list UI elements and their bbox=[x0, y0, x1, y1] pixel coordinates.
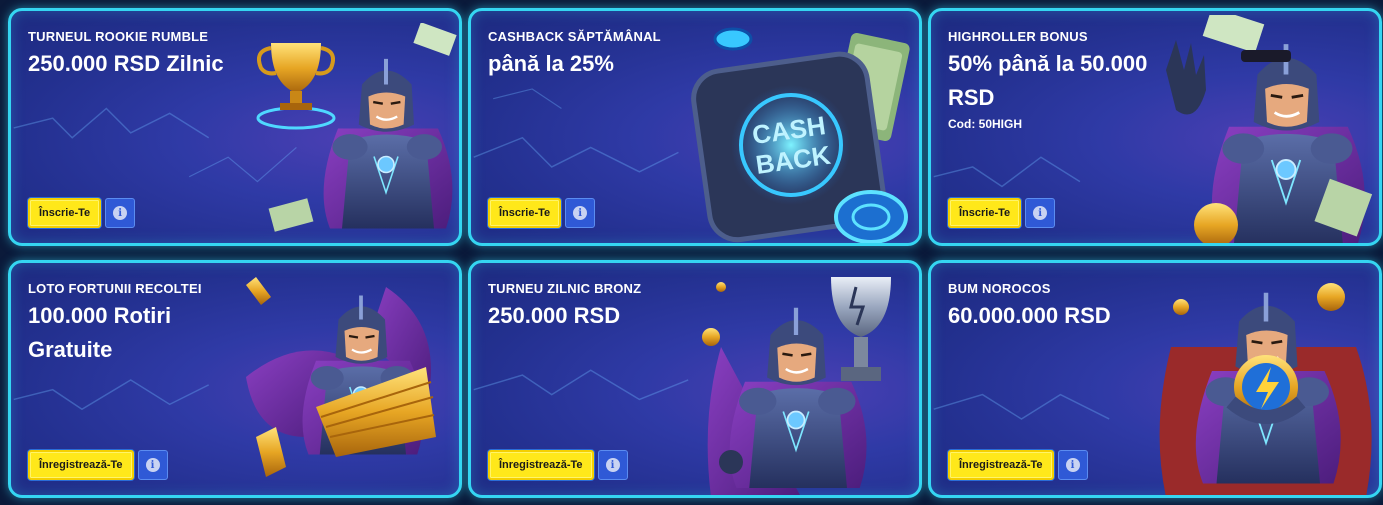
register-button[interactable]: Înregistrează-Te bbox=[28, 450, 134, 480]
register-button[interactable]: Înscrie-Te bbox=[28, 198, 102, 228]
info-button[interactable]: i bbox=[597, 450, 628, 480]
info-icon: i bbox=[605, 458, 620, 472]
info-button[interactable]: i bbox=[1057, 450, 1088, 480]
hero-silver-trophy-icon bbox=[702, 277, 891, 495]
register-button[interactable]: Înregistrează-Te bbox=[948, 450, 1054, 480]
promo-card-daily-bronze[interactable]: TURNEU ZILNIC BRONZ 250.000 RSD Înregist… bbox=[468, 260, 922, 498]
hero-trophy-icon bbox=[256, 23, 457, 232]
register-button[interactable]: Înscrie-Te bbox=[488, 198, 562, 228]
cashback-device-icon: CASH BACK bbox=[691, 27, 910, 243]
promo-headline: până la 25% bbox=[488, 51, 614, 76]
info-button[interactable]: i bbox=[137, 450, 168, 480]
promo-eyebrow: CASHBACK SĂPTĂMÂNAL bbox=[488, 29, 661, 44]
promo-eyebrow: TURNEUL ROOKIE RUMBLE bbox=[28, 29, 209, 44]
promo-code: Cod: 50HIGH bbox=[948, 117, 1023, 131]
hero-lightning-orb-icon bbox=[1159, 283, 1372, 495]
info-icon: i bbox=[1065, 458, 1080, 472]
promo-eyebrow: LOTO FORTUNII RECOLTEI bbox=[28, 281, 202, 296]
promo-eyebrow: TURNEU ZILNIC BRONZ bbox=[488, 281, 642, 296]
info-button[interactable]: i bbox=[1025, 198, 1056, 228]
info-icon: i bbox=[113, 206, 128, 220]
promo-card-highroller[interactable]: HIGHROLLER BONUS 50% până la 50.000 RSD … bbox=[928, 8, 1382, 246]
register-button[interactable]: Înregistrează-Te bbox=[488, 450, 594, 480]
promo-headline: 250.000 RSD Zilnic bbox=[28, 51, 224, 76]
promo-card-rookie-rumble[interactable]: TURNEUL ROOKIE RUMBLE 250.000 RSD Zilnic… bbox=[8, 8, 462, 246]
info-button[interactable]: i bbox=[105, 198, 136, 228]
promo-headline: 100.000 Rotiri Gratuite bbox=[28, 303, 172, 362]
promo-eyebrow: HIGHROLLER BONUS bbox=[948, 29, 1088, 44]
promo-card-lucky-boom[interactable]: BUM NOROCOS 60.000.000 RSD Înregistrează… bbox=[928, 260, 1382, 498]
hero-waving-icon bbox=[1166, 15, 1373, 243]
promo-card-harvest-lotto[interactable]: LOTO FORTUNII RECOLTEI 100.000 Rotiri Gr… bbox=[8, 260, 462, 498]
info-button[interactable]: i bbox=[565, 198, 596, 228]
promo-card-cashback[interactable]: CASHBACK SĂPTĂMÂNAL până la 25% CASH BAC… bbox=[468, 8, 922, 246]
promo-grid: TURNEUL ROOKIE RUMBLE 250.000 RSD Zilnic… bbox=[0, 0, 1383, 505]
promo-headline: 60.000.000 RSD bbox=[948, 303, 1111, 328]
promo-eyebrow: BUM NOROCOS bbox=[948, 281, 1051, 296]
info-icon: i bbox=[573, 206, 588, 220]
register-button[interactable]: Înscrie-Te bbox=[948, 198, 1022, 228]
promo-headline: 50% până la 50.000 RSD bbox=[948, 51, 1148, 110]
hero-tickets-icon bbox=[246, 277, 436, 477]
info-icon: i bbox=[1033, 206, 1048, 220]
info-icon: i bbox=[145, 458, 160, 472]
promo-headline: 250.000 RSD bbox=[488, 303, 621, 328]
